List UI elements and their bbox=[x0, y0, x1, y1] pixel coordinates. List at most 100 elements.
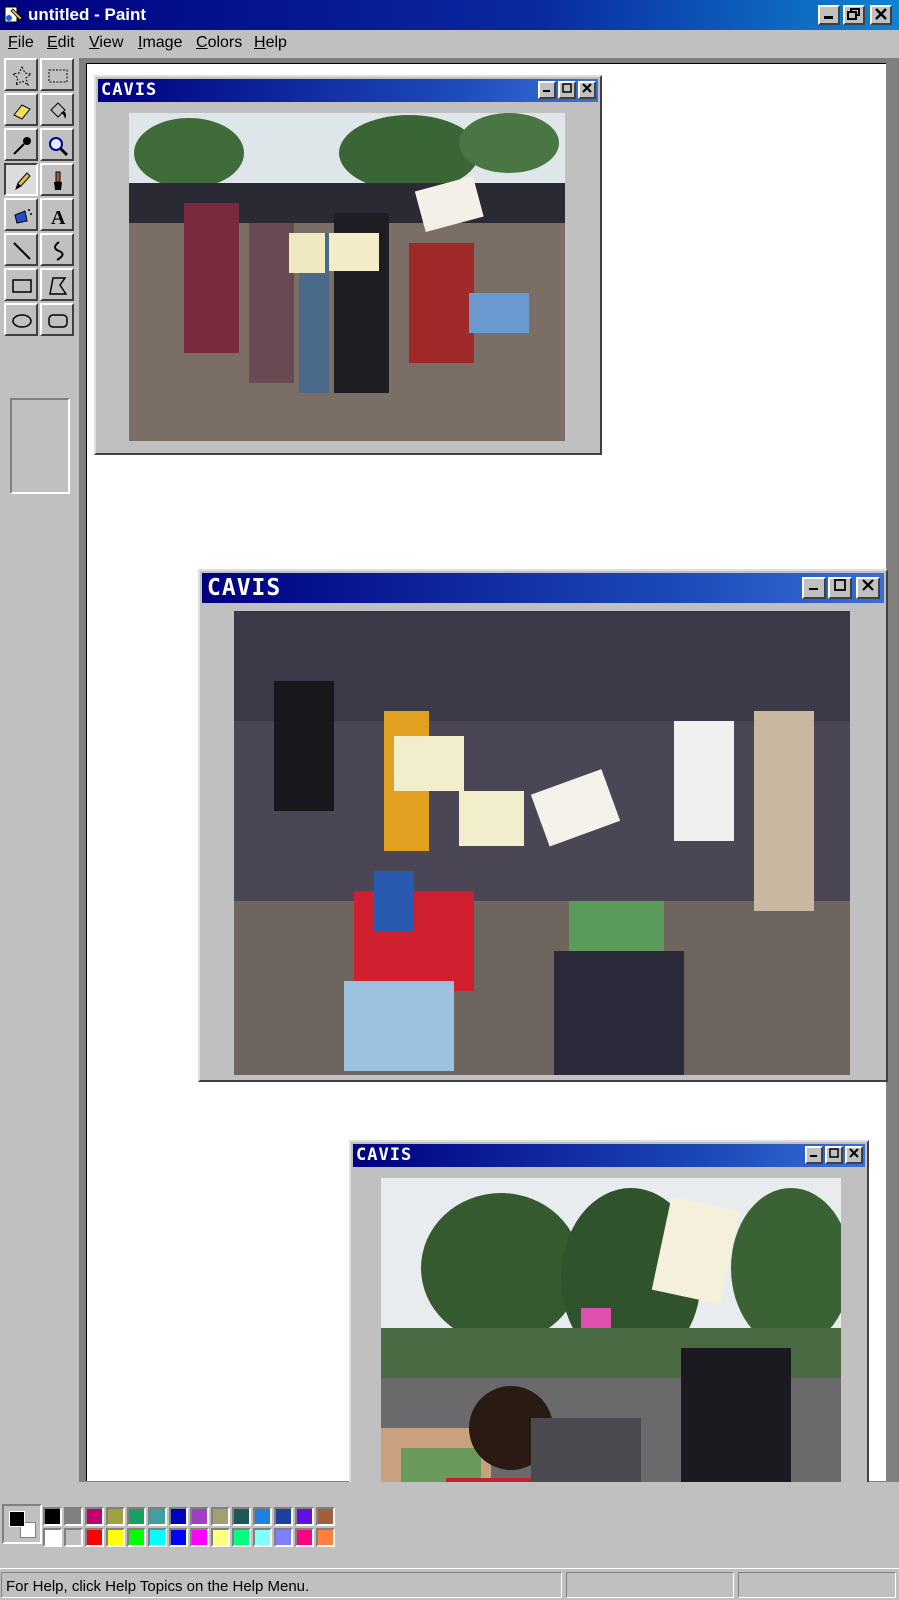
foreground-color-swatch bbox=[9, 1511, 25, 1527]
palette-color-swatch[interactable] bbox=[106, 1528, 125, 1547]
line-tool[interactable] bbox=[4, 233, 38, 266]
palette-color-swatch[interactable] bbox=[64, 1507, 83, 1526]
group-protest-photo-1 bbox=[129, 113, 565, 441]
palette-color-swatch[interactable] bbox=[295, 1528, 314, 1547]
palette-color-swatch[interactable] bbox=[274, 1528, 293, 1547]
palette-color-swatch[interactable] bbox=[106, 1507, 125, 1526]
paint-app-icon bbox=[4, 6, 23, 23]
palette-color-swatch[interactable] bbox=[148, 1528, 167, 1547]
restore-button[interactable] bbox=[843, 5, 865, 25]
maximize-icon bbox=[834, 579, 846, 591]
palette-color-swatch[interactable] bbox=[85, 1528, 104, 1547]
close-icon bbox=[849, 1148, 859, 1158]
text-icon: A bbox=[51, 207, 66, 227]
palette-color-swatch[interactable] bbox=[274, 1507, 293, 1526]
menu-bar: File Edit View Image Colors Help bbox=[0, 30, 899, 58]
tool-options-box[interactable] bbox=[10, 398, 70, 494]
pick-color-icon bbox=[13, 137, 31, 155]
palette-color-swatch[interactable] bbox=[43, 1507, 62, 1526]
palette-color-swatch[interactable] bbox=[211, 1528, 230, 1547]
curve-tool[interactable] bbox=[40, 233, 74, 266]
palette-color-swatch[interactable] bbox=[253, 1507, 272, 1526]
brush-tool[interactable] bbox=[40, 163, 74, 196]
menu-help[interactable]: Help bbox=[254, 34, 287, 52]
airbrush-icon bbox=[14, 209, 32, 224]
palette-color-swatch[interactable] bbox=[295, 1507, 314, 1526]
menu-edit[interactable]: Edit bbox=[47, 34, 75, 52]
pasted-close-button bbox=[845, 1146, 863, 1164]
palette-color-swatch[interactable] bbox=[316, 1528, 335, 1547]
pasted-window-1: CAVIS bbox=[94, 75, 602, 455]
palette-color-swatch[interactable] bbox=[232, 1507, 251, 1526]
palette-color-swatch[interactable] bbox=[85, 1507, 104, 1526]
fill-icon bbox=[50, 102, 66, 119]
palette-color-swatch[interactable] bbox=[211, 1507, 230, 1526]
palette-color-swatch[interactable] bbox=[316, 1507, 335, 1526]
polygon-tool[interactable] bbox=[40, 268, 74, 301]
eraser-tool[interactable] bbox=[4, 93, 38, 126]
svg-text:A: A bbox=[51, 207, 66, 227]
pasted-close-button bbox=[856, 577, 880, 599]
line-icon bbox=[13, 242, 31, 260]
status-bar: For Help, click Help Topics on the Help … bbox=[0, 1568, 899, 1600]
palette-color-swatch[interactable] bbox=[43, 1528, 62, 1547]
select-tool[interactable] bbox=[40, 58, 74, 91]
pick-color-tool[interactable] bbox=[4, 128, 38, 161]
color-palette bbox=[0, 1482, 899, 1562]
magnifier-icon bbox=[49, 137, 69, 157]
status-help-pane: For Help, click Help Topics on the Help … bbox=[1, 1572, 562, 1598]
minimize-icon bbox=[824, 16, 833, 19]
minimize-icon bbox=[543, 90, 550, 92]
menu-view[interactable]: View bbox=[89, 34, 123, 52]
toolbox: A bbox=[0, 58, 80, 1482]
menu-file[interactable]: File bbox=[8, 34, 34, 52]
rounded-rectangle-tool[interactable] bbox=[40, 303, 74, 336]
window-title: untitled - Paint bbox=[28, 5, 147, 24]
free-form-select-tool[interactable] bbox=[4, 58, 38, 91]
pasted-minimize-button bbox=[802, 577, 826, 599]
palette-color-swatch[interactable] bbox=[253, 1528, 272, 1547]
pasted-window-title: CAVIS bbox=[356, 1145, 413, 1165]
close-button[interactable] bbox=[870, 5, 892, 25]
palette-color-swatch[interactable] bbox=[148, 1507, 167, 1526]
palette-color-swatch[interactable] bbox=[190, 1507, 209, 1526]
pasted-maximize-button bbox=[558, 81, 576, 99]
palette-color-swatch[interactable] bbox=[169, 1507, 188, 1526]
palette-color-swatch[interactable] bbox=[232, 1528, 251, 1547]
status-coordinates-pane bbox=[566, 1572, 734, 1598]
close-icon bbox=[862, 579, 874, 591]
airbrush-tool[interactable] bbox=[4, 198, 38, 231]
menu-colors[interactable]: Colors bbox=[196, 34, 242, 52]
group-protest-photo-3 bbox=[381, 1178, 841, 1522]
polygon-icon bbox=[49, 277, 68, 295]
pencil-tool[interactable] bbox=[4, 163, 38, 196]
menu-image[interactable]: Image bbox=[138, 34, 182, 52]
minimize-icon bbox=[810, 1155, 817, 1157]
rectangle-icon bbox=[12, 279, 32, 293]
pasted-window-titlebar: CAVIS bbox=[353, 1144, 865, 1167]
pasted-window-3: CAVIS bbox=[349, 1140, 869, 1528]
fill-tool[interactable] bbox=[40, 93, 74, 126]
palette-color-swatch[interactable] bbox=[127, 1528, 146, 1547]
minimize-icon bbox=[809, 588, 818, 590]
pasted-window-titlebar: CAVIS bbox=[202, 573, 884, 603]
close-icon bbox=[582, 83, 592, 93]
palette-color-swatch[interactable] bbox=[64, 1528, 83, 1547]
rectangle-tool[interactable] bbox=[4, 268, 38, 301]
minimize-button[interactable] bbox=[818, 5, 840, 25]
pasted-maximize-button bbox=[828, 577, 852, 599]
pasted-window-title: CAVIS bbox=[101, 80, 158, 100]
palette-color-swatch[interactable] bbox=[190, 1528, 209, 1547]
pencil-icon bbox=[15, 172, 31, 191]
free-form-select-icon bbox=[11, 65, 33, 87]
palette-color-swatch[interactable] bbox=[127, 1507, 146, 1526]
magnifier-tool[interactable] bbox=[40, 128, 74, 161]
text-tool[interactable]: A bbox=[40, 198, 74, 231]
status-size-pane bbox=[738, 1572, 896, 1598]
ellipse-tool[interactable] bbox=[4, 303, 38, 336]
group-protest-photo-2 bbox=[234, 611, 850, 1075]
palette-color-swatch[interactable] bbox=[169, 1528, 188, 1547]
select-icon bbox=[48, 69, 68, 83]
current-colors-box[interactable] bbox=[2, 1504, 42, 1544]
pasted-window-2: CAVIS bbox=[198, 569, 888, 1082]
